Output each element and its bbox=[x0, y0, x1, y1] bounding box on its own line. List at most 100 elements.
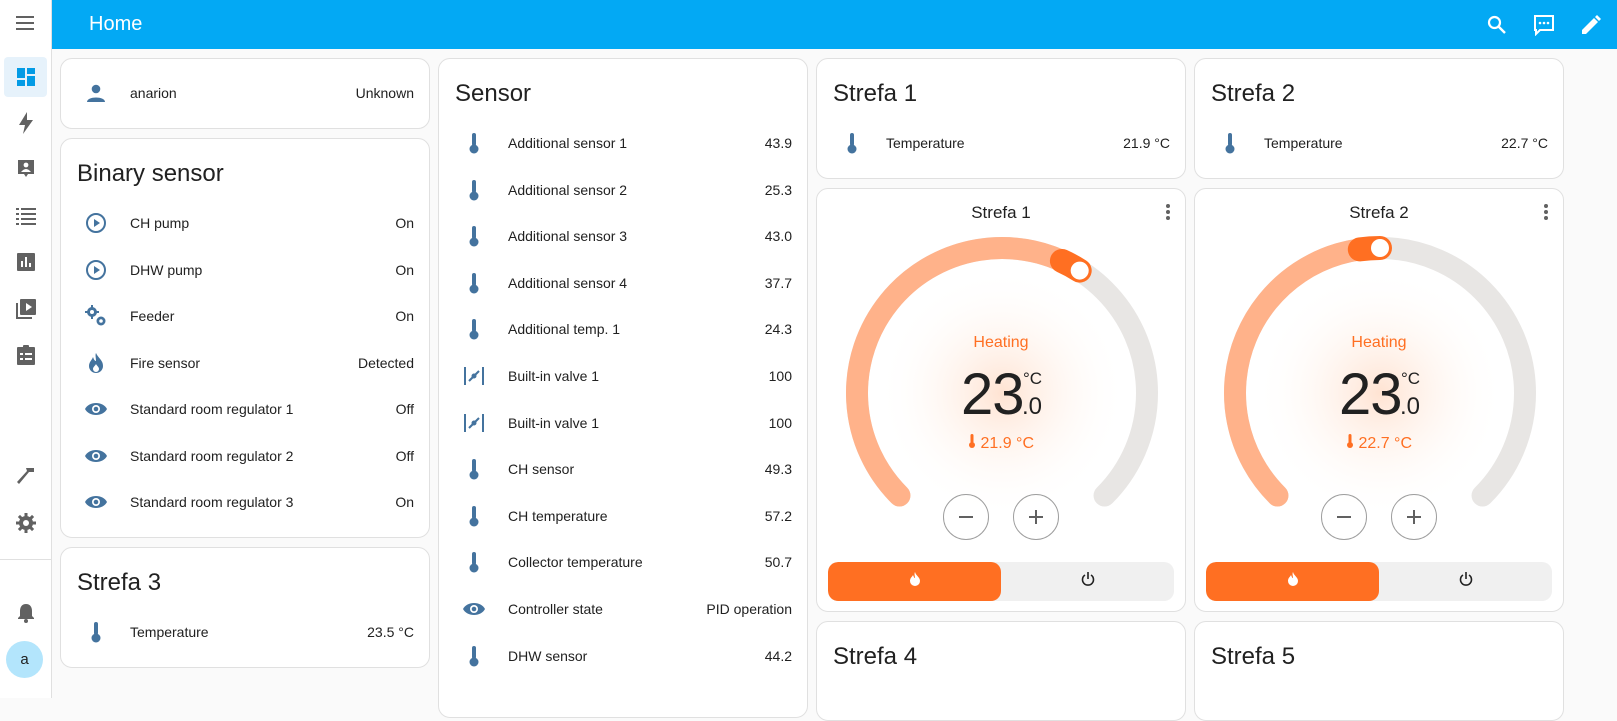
entity-label: Built-in valve 1 bbox=[508, 368, 600, 384]
entity-row[interactable]: CH pump On bbox=[61, 200, 429, 246]
entity-value: On bbox=[395, 262, 414, 278]
mode-heat-button[interactable] bbox=[1206, 562, 1379, 601]
entity-label: CH temperature bbox=[508, 507, 608, 524]
entity-row[interactable]: Temperature 22.7 °C bbox=[1195, 120, 1563, 166]
cogs-icon bbox=[81, 301, 111, 331]
entity-label: Fire sensor bbox=[130, 355, 201, 371]
entity-row[interactable]: Additional sensor 4 37.7 bbox=[439, 260, 807, 306]
entity-label: CH pump bbox=[130, 215, 190, 231]
target-decimal: .0 bbox=[1022, 393, 1043, 420]
entity-label: Controller state bbox=[508, 601, 603, 617]
entity-row[interactable]: Temperature 23.5 °C bbox=[61, 609, 429, 655]
entity-label: Standard room regulator 1 bbox=[130, 401, 294, 417]
avatar[interactable]: a bbox=[6, 641, 43, 678]
todo-list-icon[interactable] bbox=[4, 196, 47, 236]
entity-label: Additional sensor 4 bbox=[508, 274, 628, 291]
clipboard-icon[interactable] bbox=[4, 335, 47, 375]
decrease-button[interactable] bbox=[943, 494, 989, 540]
entity-row[interactable]: Additional temp. 1 24.3 bbox=[439, 306, 807, 352]
person-row[interactable]: anarion Unknown bbox=[61, 70, 429, 116]
entity-value: 23.5 °C bbox=[367, 624, 414, 640]
entity-value: 44.2 bbox=[764, 647, 792, 664]
eye-icon bbox=[81, 441, 111, 471]
edit-icon[interactable] bbox=[1579, 13, 1603, 37]
entity-row[interactable]: Temperature 21.9 °C bbox=[817, 120, 1185, 166]
card-title: Strefa 1 bbox=[833, 80, 918, 107]
entity-value: 43.0 bbox=[764, 228, 792, 245]
entity-row[interactable]: DHW sensor 44.2 bbox=[439, 633, 807, 679]
target-unit: °C bbox=[1023, 369, 1043, 388]
valve-icon bbox=[459, 361, 489, 391]
entity-value: 49.3 bbox=[764, 461, 792, 478]
more-vert-icon[interactable] bbox=[1165, 203, 1171, 226]
entity-label: CH sensor bbox=[508, 461, 575, 478]
fire-icon bbox=[1287, 572, 1299, 591]
entity-row[interactable]: CH sensor 49.3 bbox=[439, 446, 807, 492]
menu-icon[interactable] bbox=[4, 3, 47, 43]
entity-value: On bbox=[395, 494, 414, 510]
settings-icon[interactable] bbox=[4, 503, 47, 543]
thermometer-icon bbox=[459, 221, 489, 251]
top-bar: Home bbox=[52, 0, 1617, 49]
entity-row[interactable]: Built-in valve 1 100 bbox=[439, 353, 807, 399]
media-icon[interactable] bbox=[4, 289, 47, 329]
page-title: Home bbox=[89, 13, 143, 35]
binary-sensor-card: Binary sensor CH pump On DHW pump On Fee… bbox=[60, 138, 430, 538]
entity-row[interactable]: Additional sensor 3 43.0 bbox=[439, 213, 807, 259]
current-temperature: 22.7 °C bbox=[1195, 434, 1563, 453]
avatar-initial: a bbox=[20, 651, 29, 668]
entity-label: Standard room regulator 3 bbox=[130, 494, 294, 510]
valve-icon bbox=[459, 408, 489, 438]
history-icon[interactable] bbox=[4, 242, 47, 282]
entity-row[interactable]: Built-in valve 1 100 bbox=[439, 400, 807, 446]
entity-row[interactable]: Standard room regulator 2 Off bbox=[61, 433, 429, 479]
dashboard-icon[interactable] bbox=[4, 57, 47, 97]
account-icon bbox=[81, 78, 111, 108]
entity-row[interactable]: Standard room regulator 3 On bbox=[61, 479, 429, 525]
entity-row[interactable]: DHW pump On bbox=[61, 247, 429, 293]
notifications-icon[interactable] bbox=[4, 593, 47, 633]
thermometer-icon bbox=[1346, 434, 1354, 452]
dial-handle[interactable] bbox=[1070, 261, 1089, 280]
entity-row[interactable]: Controller state PID operation bbox=[439, 586, 807, 632]
assist-icon[interactable] bbox=[1532, 13, 1556, 37]
thermometer-icon bbox=[837, 128, 867, 158]
thermostat-card: Strefa 2 Heating 23 °C .0 22.7 °C bbox=[1194, 188, 1564, 612]
thermometer-icon bbox=[459, 314, 489, 344]
increase-button[interactable] bbox=[1391, 494, 1437, 540]
thermometer-icon bbox=[459, 454, 489, 484]
entity-row[interactable]: CH temperature 57.2 bbox=[439, 493, 807, 539]
sidebar-divider bbox=[0, 559, 51, 560]
thermometer-icon bbox=[1215, 128, 1245, 158]
decrease-button[interactable] bbox=[1321, 494, 1367, 540]
card-title: Strefa 2 bbox=[1211, 80, 1296, 107]
entity-row[interactable]: Additional sensor 1 43.9 bbox=[439, 120, 807, 166]
target-temperature: 23 bbox=[961, 362, 1025, 427]
thermometer-icon bbox=[459, 501, 489, 531]
mode-off-button[interactable] bbox=[1379, 562, 1552, 601]
strefa1-card: Strefa 1 Temperature 21.9 °C bbox=[816, 58, 1186, 179]
dial-handle[interactable] bbox=[1371, 239, 1389, 257]
entity-value: 57.2 bbox=[764, 507, 792, 524]
entity-row[interactable]: Standard room regulator 1 Off bbox=[61, 386, 429, 432]
entity-label: Feeder bbox=[130, 308, 175, 324]
entity-value: Off bbox=[395, 401, 414, 417]
current-temperature: 21.9 °C bbox=[817, 434, 1185, 453]
entity-row[interactable]: Feeder On bbox=[61, 293, 429, 339]
entity-row[interactable]: Additional sensor 2 25.3 bbox=[439, 167, 807, 213]
search-icon[interactable] bbox=[1485, 13, 1509, 37]
current-temperature-value: 22.7 °C bbox=[1358, 435, 1412, 452]
energy-icon[interactable] bbox=[4, 103, 47, 143]
logbook-icon[interactable] bbox=[4, 149, 47, 189]
increase-button[interactable] bbox=[1013, 494, 1059, 540]
mode-off-button[interactable] bbox=[1001, 562, 1174, 601]
entity-row[interactable]: Fire sensor Detected bbox=[61, 340, 429, 386]
entity-label: DHW sensor bbox=[508, 647, 588, 664]
more-vert-icon[interactable] bbox=[1543, 203, 1549, 226]
strefa5-card: Strefa 5 bbox=[1194, 621, 1564, 721]
target-temperature: 23 bbox=[1339, 362, 1403, 427]
developer-tools-icon[interactable] bbox=[4, 456, 47, 496]
mode-heat-button[interactable] bbox=[828, 562, 1001, 601]
entity-row[interactable]: Collector temperature 50.7 bbox=[439, 539, 807, 585]
power-icon bbox=[1081, 572, 1095, 591]
